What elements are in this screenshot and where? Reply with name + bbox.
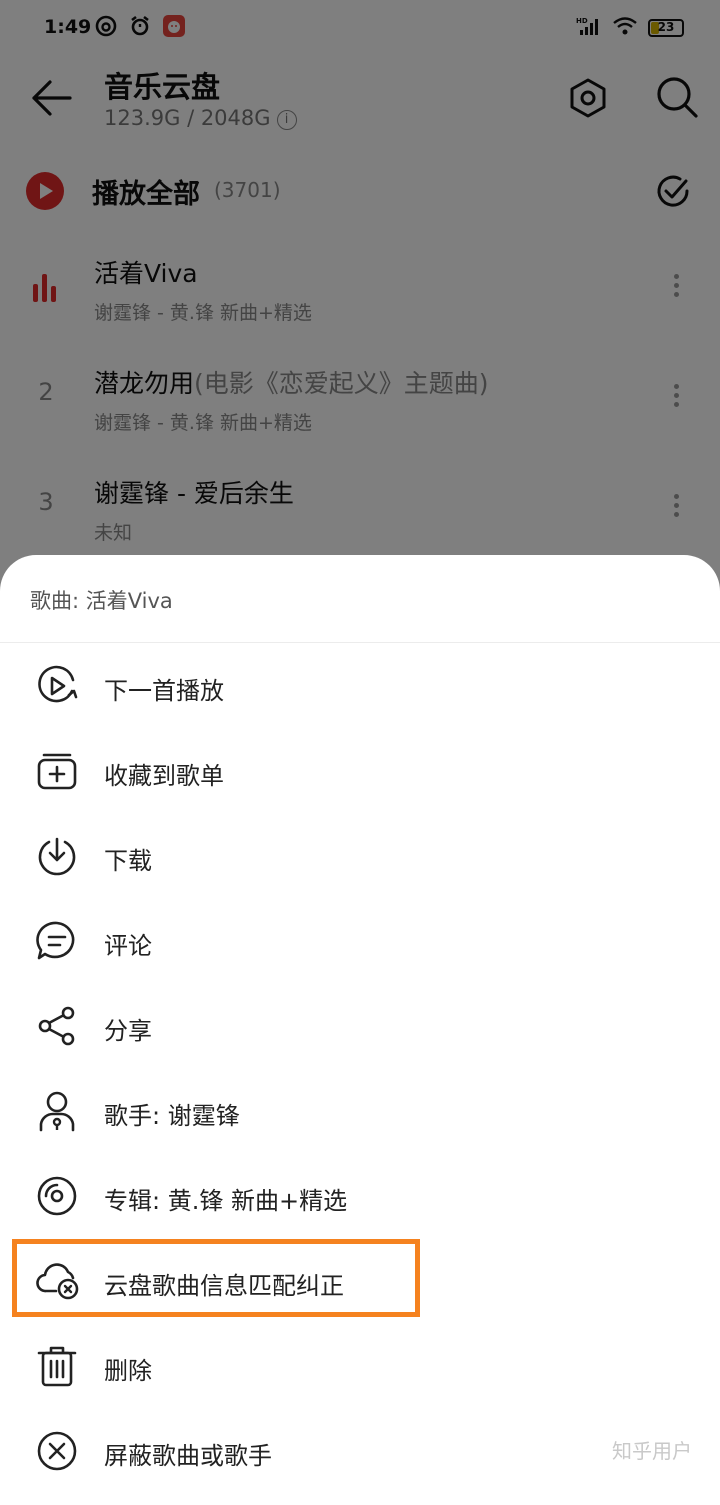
menu-item-delete[interactable]: 删除 [0, 1325, 720, 1410]
watermark: 知乎用户 [612, 1439, 692, 1463]
album-icon [36, 1175, 78, 1217]
song-actions-sheet: 歌曲: 活着Viva 下一首播放 收藏到歌单 下载 评论 分享 歌手: 谢霆锋 … [0, 555, 720, 1505]
sheet-header: 歌曲: 活着Viva [0, 555, 720, 643]
trash-icon [36, 1345, 78, 1387]
menu-item-album[interactable]: 专辑: 黄.锋 新曲+精选 [0, 1155, 720, 1240]
menu-label: 评论 [104, 932, 152, 960]
menu-item-share[interactable]: 分享 [0, 985, 720, 1070]
block-icon [36, 1430, 78, 1472]
menu-item-play-next[interactable]: 下一首播放 [0, 645, 720, 730]
menu-label: 专辑: 黄.锋 新曲+精选 [104, 1187, 348, 1215]
menu-label: 下载 [104, 847, 152, 875]
menu-label: 分享 [104, 1017, 152, 1045]
share-icon [36, 1005, 78, 1047]
menu-label: 屏蔽歌曲或歌手 [104, 1442, 272, 1470]
menu-item-download[interactable]: 下载 [0, 815, 720, 900]
menu-item-add-to-playlist[interactable]: 收藏到歌单 [0, 730, 720, 815]
comment-icon [36, 920, 78, 962]
menu-item-comment[interactable]: 评论 [0, 900, 720, 985]
highlight-annotation [12, 1239, 420, 1317]
sheet-song-name: 歌曲: 活着Viva [30, 589, 173, 613]
menu-label: 删除 [104, 1357, 152, 1385]
play-next-icon [36, 665, 78, 707]
add-to-playlist-icon [36, 750, 78, 792]
artist-icon [36, 1090, 78, 1132]
menu-label: 歌手: 谢霆锋 [104, 1102, 240, 1130]
menu-label: 收藏到歌单 [104, 762, 224, 790]
menu-label: 下一首播放 [104, 677, 224, 705]
menu-item-artist[interactable]: 歌手: 谢霆锋 [0, 1070, 720, 1155]
download-icon [36, 835, 78, 877]
